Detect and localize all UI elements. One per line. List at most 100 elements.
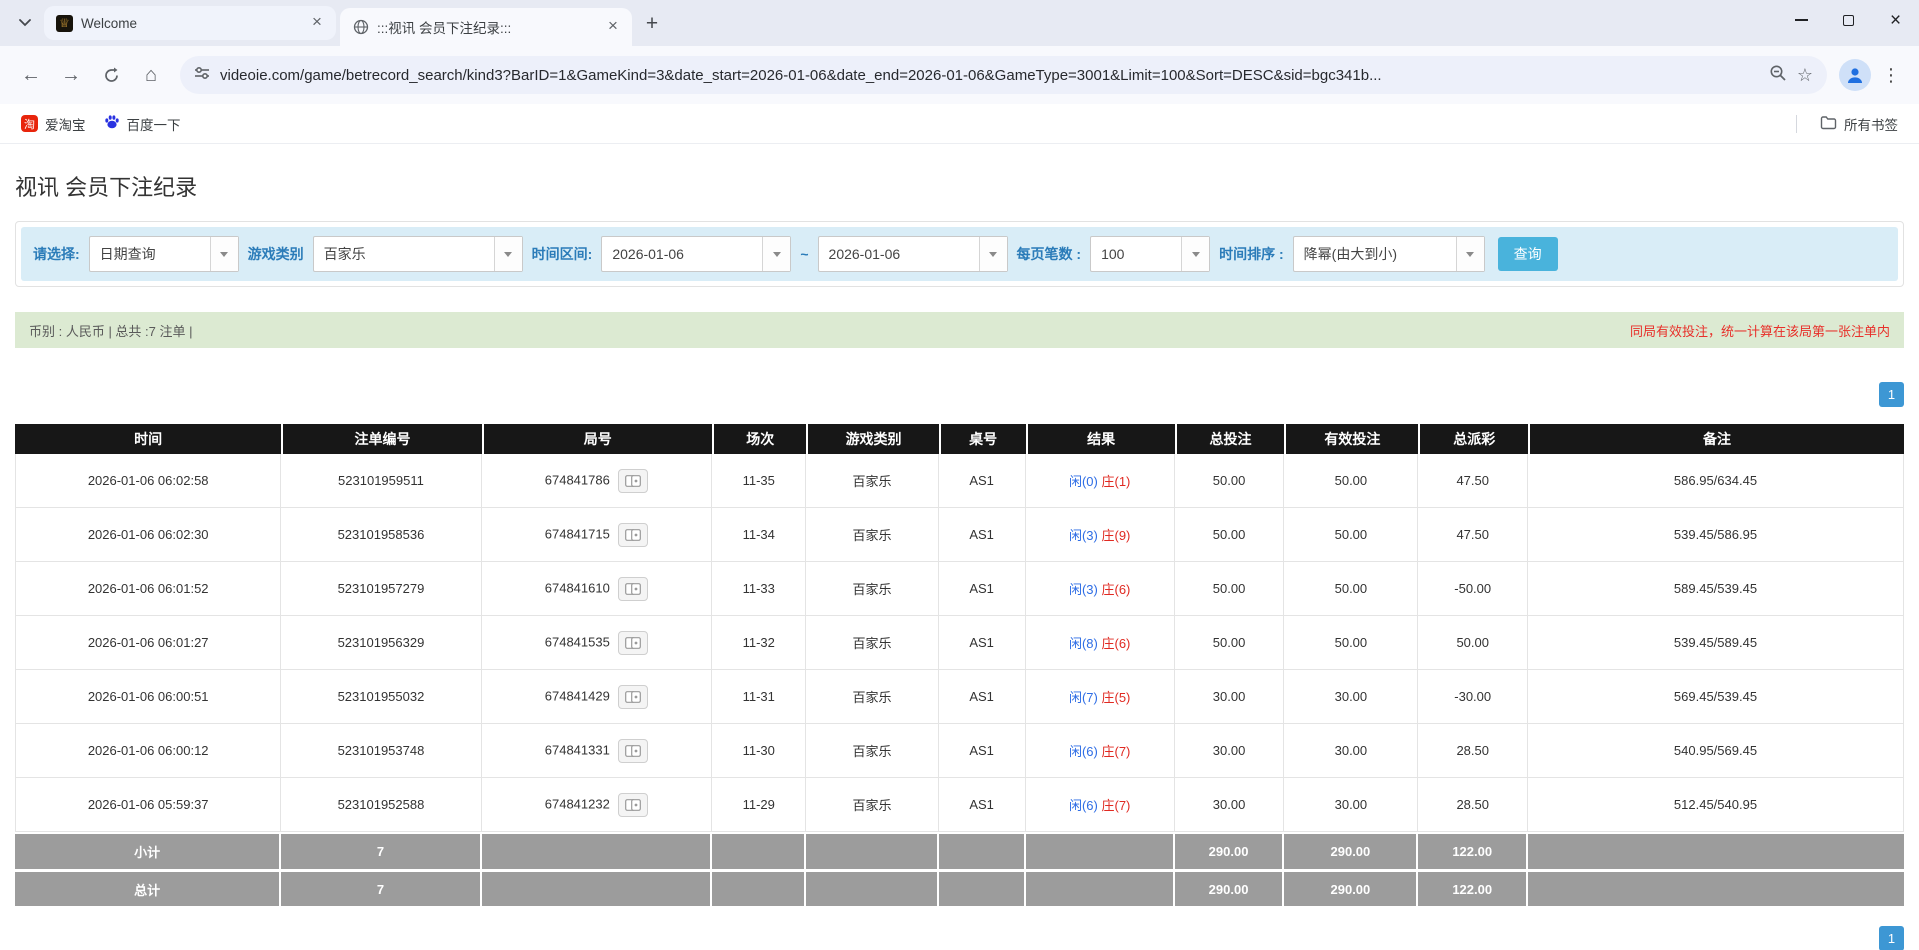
round-detail-icon[interactable]: [618, 469, 648, 493]
cell-bet-id: 523101955032: [281, 670, 481, 724]
url-text[interactable]: videoie.com/game/betrecord_search/kind3?…: [220, 67, 1759, 84]
tab-welcome[interactable]: ♕ Welcome ×: [44, 6, 336, 40]
maximize-button[interactable]: [1825, 0, 1872, 40]
round-detail-icon[interactable]: [618, 685, 648, 709]
cell-total-bet[interactable]: 50.00: [1175, 508, 1285, 562]
cell-session: 11-32: [712, 616, 806, 670]
cell-session: 11-34: [712, 508, 806, 562]
cell-bet-id: 523101953748: [281, 724, 481, 778]
site-info-icon[interactable]: [194, 65, 210, 86]
cell-total-bet[interactable]: 50.00: [1175, 454, 1285, 508]
round-detail-icon[interactable]: [618, 739, 648, 763]
folder-icon: [1820, 115, 1837, 133]
tab-title: :::视讯 会员下注纪录:::: [377, 17, 596, 37]
round-detail-icon[interactable]: [618, 577, 648, 601]
tab-strip: ♕ Welcome × :::视讯 会员下注纪录::: × + ×: [0, 0, 1919, 46]
home-button[interactable]: ⌂: [134, 58, 168, 92]
table-row: 2026-01-06 06:01:52 523101957279 6748416…: [15, 562, 1904, 616]
date-end-select[interactable]: 2026-01-06: [818, 236, 1008, 272]
cell-time: 2026-01-06 06:01:27: [15, 616, 281, 670]
address-bar[interactable]: videoie.com/game/betrecord_search/kind3?…: [180, 56, 1827, 94]
cell-time: 2026-01-06 05:59:37: [15, 778, 281, 832]
cell-total-bet[interactable]: 30.00: [1175, 670, 1285, 724]
cell-valid-bet: 50.00: [1284, 508, 1418, 562]
sort-select[interactable]: 降幂(由大到小): [1293, 236, 1485, 272]
cell-table: AS1: [939, 724, 1026, 778]
round-number: 674841429: [545, 688, 610, 703]
page-content: 视讯 会员下注纪录 请选择: 日期查询 游戏类别 百家乐 时间区间: 2026-…: [0, 170, 1919, 950]
result-banker: 庄(6): [1101, 636, 1130, 651]
subtotal-total-bet: 290.00: [1175, 832, 1285, 869]
cell-bet-id: 523101959511: [281, 454, 481, 508]
cell-round: 674841535: [482, 616, 712, 670]
cell-session: 11-31: [712, 670, 806, 724]
cell-valid-bet: 50.00: [1284, 616, 1418, 670]
cell-payout: 28.50: [1418, 778, 1528, 832]
result-banker: 庄(6): [1101, 582, 1130, 597]
result-player: 闲(3): [1069, 582, 1098, 597]
cell-payout: 28.50: [1418, 724, 1528, 778]
date-range-label: 时间区间:: [532, 244, 593, 264]
forward-button[interactable]: →: [54, 58, 88, 92]
cell-total-bet[interactable]: 50.00: [1175, 562, 1285, 616]
browser-menu-icon[interactable]: ⋮: [1877, 65, 1905, 86]
reload-button[interactable]: [94, 58, 128, 92]
cell-table: AS1: [939, 508, 1026, 562]
cell-round: 674841715: [482, 508, 712, 562]
cell-round: 674841232: [482, 778, 712, 832]
currency-total-text: 币别 : 人民币 | 总共 :7 注单 |: [29, 321, 193, 340]
total-count: 7: [281, 869, 481, 906]
col-time: 时间: [15, 424, 281, 454]
cell-result: 闲(6) 庄(7): [1026, 724, 1175, 778]
cell-game: 百家乐: [806, 778, 938, 832]
tab-betrecord[interactable]: :::视讯 会员下注纪录::: ×: [340, 8, 632, 46]
zoom-icon[interactable]: [1769, 64, 1787, 87]
cell-total-bet[interactable]: 50.00: [1175, 616, 1285, 670]
minimize-button[interactable]: [1778, 0, 1825, 40]
cell-session: 11-35: [712, 454, 806, 508]
cell-valid-bet: 50.00: [1284, 562, 1418, 616]
total-label: 总计: [15, 869, 281, 906]
col-round: 局号: [482, 424, 712, 454]
bookmark-aitaobao[interactable]: 淘 爱淘宝: [12, 109, 95, 139]
chevron-down-icon: [1456, 237, 1484, 271]
tab-close-icon[interactable]: ×: [308, 14, 326, 32]
table-row: 2026-01-06 06:02:30 523101958536 6748417…: [15, 508, 1904, 562]
back-button[interactable]: ←: [14, 58, 48, 92]
col-game: 游戏类别: [806, 424, 938, 454]
profile-avatar[interactable]: [1839, 59, 1871, 91]
col-bet-id: 注单编号: [281, 424, 481, 454]
new-tab-button[interactable]: +: [638, 10, 666, 38]
date-start-select[interactable]: 2026-01-06: [601, 236, 791, 272]
cell-total-bet[interactable]: 30.00: [1175, 778, 1285, 832]
per-page-label: 每页笔数 :: [1017, 244, 1082, 264]
date-end-value: 2026-01-06: [819, 246, 979, 262]
cell-bet-id: 523101952588: [281, 778, 481, 832]
query-type-select[interactable]: 日期查询: [89, 236, 239, 272]
close-window-button[interactable]: ×: [1872, 0, 1919, 40]
per-page-select[interactable]: 100: [1090, 236, 1210, 272]
pagination-top: 1: [15, 382, 1904, 407]
cell-game: 百家乐: [806, 454, 938, 508]
cell-payout: 47.50: [1418, 454, 1528, 508]
round-detail-icon[interactable]: [618, 793, 648, 817]
search-button[interactable]: 查询: [1498, 237, 1558, 271]
page-1-button[interactable]: 1: [1879, 382, 1904, 407]
round-detail-icon[interactable]: [618, 631, 648, 655]
bookmark-baidu[interactable]: 百度一下: [95, 109, 190, 139]
page-1-button[interactable]: 1: [1879, 926, 1904, 950]
tab-search-button[interactable]: [10, 8, 40, 38]
taobao-icon: 淘: [21, 115, 38, 132]
cell-note: 540.95/569.45: [1528, 724, 1904, 778]
cell-payout: 50.00: [1418, 616, 1528, 670]
all-bookmarks-button[interactable]: 所有书签: [1811, 109, 1907, 139]
cell-total-bet[interactable]: 30.00: [1175, 724, 1285, 778]
cell-result: 闲(3) 庄(6): [1026, 562, 1175, 616]
round-detail-icon[interactable]: [618, 523, 648, 547]
chevron-down-icon: [762, 237, 790, 271]
cell-bet-id: 523101956329: [281, 616, 481, 670]
tab-close-icon[interactable]: ×: [604, 18, 622, 36]
game-category-select[interactable]: 百家乐: [313, 236, 523, 272]
table-body: 2026-01-06 06:02:58 523101959511 6748417…: [15, 454, 1904, 832]
bookmark-star-icon[interactable]: ☆: [1797, 65, 1813, 86]
